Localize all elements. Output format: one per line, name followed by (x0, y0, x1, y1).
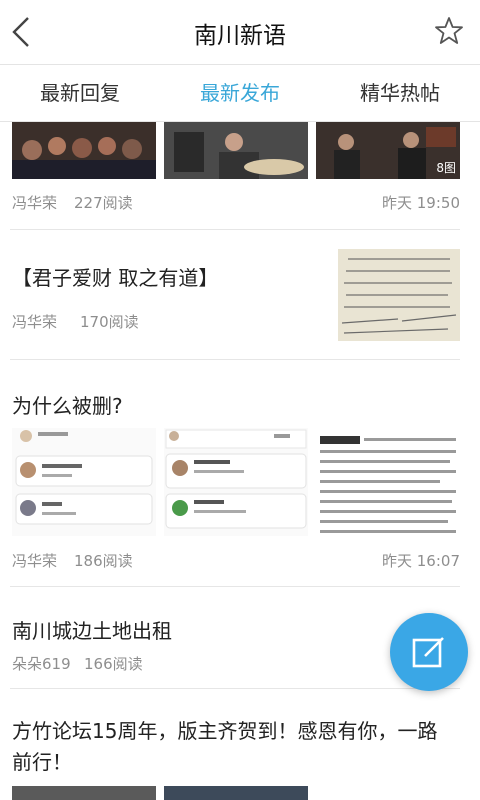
tab-latest-post[interactable]: 最新发布 (160, 65, 320, 121)
app-header: 南川新语 (0, 0, 480, 64)
post-image[interactable] (164, 428, 308, 536)
tab-featured[interactable]: 精华热帖 (320, 65, 480, 121)
post-time: 昨天 19:50 (382, 194, 460, 212)
page-title: 南川新语 (194, 23, 286, 49)
post-reads: 170阅读 (80, 313, 139, 331)
post-image[interactable] (316, 428, 460, 536)
post-image[interactable] (12, 428, 156, 536)
post-image[interactable] (338, 249, 460, 341)
post-feed[interactable]: 8图 冯华荣 227阅读 昨天 19:50 【君子爱财 取之有道】 冯华荣 17… (0, 122, 480, 800)
post-title[interactable]: 方竹论坛15周年，版主齐贺到！感恩有你，一路 (12, 715, 437, 744)
post-image[interactable] (164, 786, 308, 800)
compose-icon (412, 637, 444, 668)
post-reads: 186阅读 (74, 552, 133, 570)
divider (10, 229, 460, 230)
post-image[interactable] (12, 786, 156, 800)
star-icon[interactable] (434, 16, 464, 46)
tab-latest-reply[interactable]: 最新回复 (0, 65, 160, 121)
compose-button[interactable] (390, 613, 468, 691)
divider (10, 359, 460, 360)
post-author: 冯华荣 (12, 552, 58, 570)
tab-bar: 最新回复 最新发布 精华热帖 (0, 64, 480, 122)
post-author: 朵朵619 (12, 655, 71, 673)
post-author: 冯华荣 (12, 313, 58, 331)
post-reads: 166阅读 (84, 655, 143, 673)
post-image[interactable]: 8图 (316, 122, 460, 179)
divider (10, 688, 460, 689)
post-time: 昨天 16:07 (382, 552, 460, 570)
post-reads: 227阅读 (74, 194, 133, 212)
divider (10, 586, 460, 587)
post-title[interactable]: 【君子爱财 取之有道】 (12, 262, 218, 291)
post-image[interactable] (12, 122, 156, 179)
post-author: 冯华荣 (12, 194, 58, 212)
image-count-badge: 8图 (436, 161, 456, 175)
post-title[interactable]: 为什么被删? (12, 390, 123, 419)
post-title-line2: 前行！ (12, 750, 72, 774)
post-image[interactable] (164, 122, 308, 179)
post-title[interactable]: 南川城边土地出租 (12, 615, 172, 644)
